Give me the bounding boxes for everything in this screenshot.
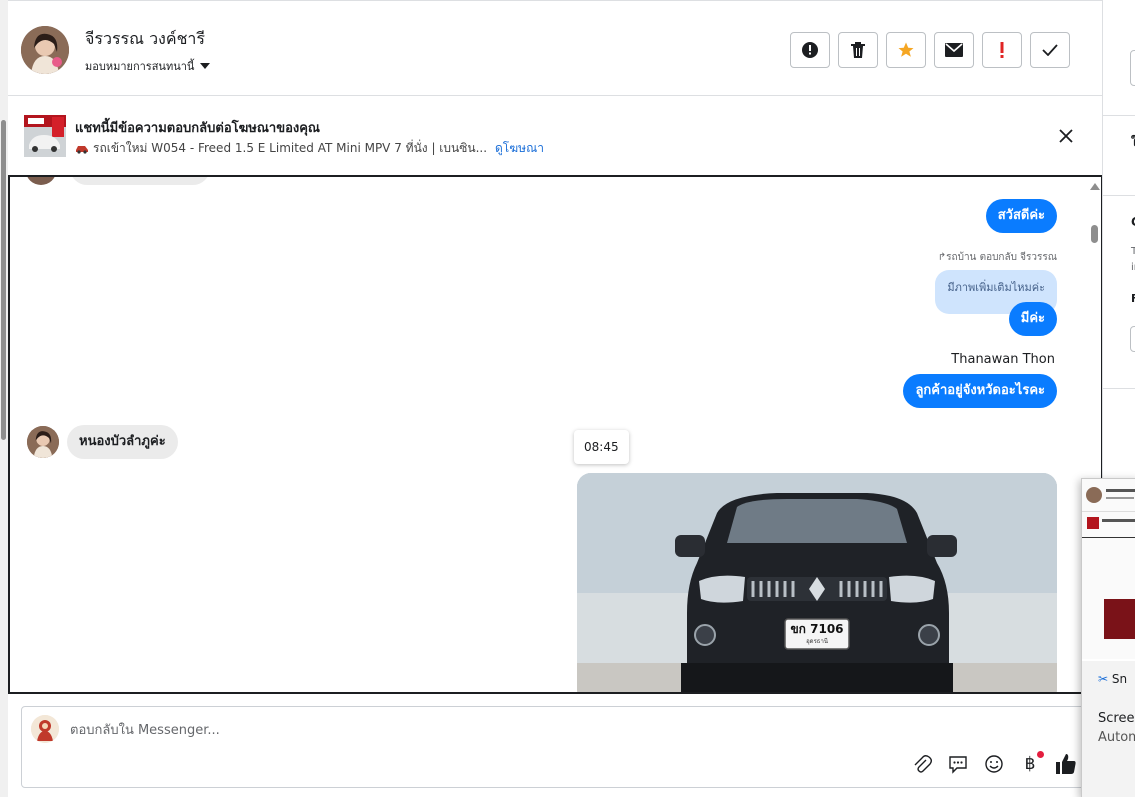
ad-thumbnail[interactable] <box>24 115 66 157</box>
attach-button[interactable] <box>911 753 933 775</box>
thumbs-up-icon <box>1056 754 1076 774</box>
close-banner-button[interactable] <box>1057 127 1075 145</box>
delete-button[interactable] <box>838 32 878 68</box>
panel-heading-fragment: C <box>1131 215 1135 229</box>
ad-reply-banner: แชทนี้มีข้อความตอบกลับต่อโฆษณาของคุณ รถเ… <box>8 96 1102 174</box>
message-bubble-outgoing[interactable]: มีค่ะ <box>1008 302 1057 336</box>
scroll-up-icon[interactable] <box>1090 183 1100 190</box>
panel-text-fragment: ir <box>1131 262 1135 273</box>
conversation-header: จีรวรรณ วงค์ชารี มอบหมายการสนทนานี้ <box>8 0 1102 96</box>
message-thread[interactable]: สวัสดีค่ะ ↱รถบ้าน ตอบกลับ จีรวรรณ มีภาพเ… <box>8 175 1103 694</box>
like-button[interactable] <box>1055 753 1077 775</box>
panel-label-fragment: F <box>1131 292 1135 305</box>
star-button[interactable] <box>886 32 926 68</box>
divider <box>1103 115 1135 116</box>
messenger-inbox-window: จีรวรรณ วงค์ชารี มอบหมายการสนทนานี้ แชทน… <box>0 0 1135 797</box>
snip-subtitle: Autom <box>1098 730 1135 745</box>
screenshot-notification-popup[interactable]: ✂ Sn Screen Autom <box>1081 478 1135 797</box>
emoji-button[interactable] <box>983 753 1005 775</box>
panel-input-fragment[interactable] <box>1130 50 1135 86</box>
panel-text-fragment: T <box>1131 246 1135 257</box>
exclamation-icon <box>1000 42 1004 58</box>
preview-image <box>1104 599 1135 639</box>
emoji-icon <box>985 755 1003 773</box>
message-bubble-incoming-cut <box>70 177 210 185</box>
saved-replies-button[interactable] <box>947 753 969 775</box>
alert-circle-icon <box>802 42 818 58</box>
saved-reply-icon <box>949 756 967 774</box>
divider <box>1103 195 1135 196</box>
timestamp-tooltip: 08:45 <box>574 430 629 464</box>
assign-label: มอบหมายการสนทนานี้ <box>85 60 195 73</box>
check-icon <box>1042 44 1058 56</box>
message-photo-attachment[interactable]: ขก 7106 อุดรธานี <box>577 473 1057 692</box>
message-bubble-incoming[interactable]: หนองบัวลำภูค่ะ <box>67 425 178 459</box>
screenshot-preview[interactable] <box>1082 479 1135 659</box>
notification-dot <box>1037 751 1044 758</box>
contact-avatar[interactable] <box>21 26 69 74</box>
follow-up-button[interactable] <box>982 32 1022 68</box>
close-icon <box>1059 129 1073 143</box>
reply-input[interactable] <box>70 719 770 741</box>
page-avatar <box>31 715 59 743</box>
reply-context-note: ↱รถบ้าน ตอบกลับ จีรวรรณ <box>937 252 1057 263</box>
ad-banner-title: แชทนี้มีข้อความตอบกลับต่อโฆษณาของคุณ <box>75 121 320 136</box>
ad-subtitle-text: รถเข้าใหม่ W054 - Freed 1.5 E Limited AT… <box>93 141 488 155</box>
reply-arrow-icon: ↱ <box>937 252 947 263</box>
view-ad-link[interactable]: ดูโฆษณา <box>495 139 544 158</box>
header-actions <box>790 32 1070 68</box>
mark-done-button[interactable] <box>1030 32 1070 68</box>
contact-avatar-small <box>26 177 56 185</box>
panel-input-fragment[interactable] <box>1130 326 1135 352</box>
payment-button[interactable]: ฿ <box>1019 751 1044 775</box>
mail-icon <box>945 43 963 57</box>
snip-app-name: ✂ Sn <box>1098 672 1128 686</box>
ad-banner-subtitle: รถเข้าใหม่ W054 - Freed 1.5 E Limited AT… <box>75 139 544 158</box>
composer-tools: ฿ <box>911 751 1077 775</box>
message-bubble-outgoing[interactable]: สวัสดีค่ะ <box>985 199 1057 233</box>
contact-name: จีรวรรณ วงค์ชารี <box>85 29 206 48</box>
report-button[interactable] <box>790 32 830 68</box>
baht-icon: ฿ <box>1024 754 1036 774</box>
license-plate-province: อุดรธานี <box>806 638 828 645</box>
star-icon <box>898 42 914 57</box>
caret-down-icon <box>200 63 211 69</box>
divider <box>1103 388 1135 389</box>
contact-avatar-small[interactable] <box>27 426 59 458</box>
snip-title: Screen <box>1098 711 1135 726</box>
thread-scrollbar-thumb[interactable] <box>1091 225 1098 243</box>
snipping-tool-icon: ✂ <box>1098 672 1109 686</box>
message-composer: ฿ <box>21 706 1092 788</box>
panel-heading-fragment: ใ <box>1131 133 1135 152</box>
car-icon <box>76 145 88 154</box>
sender-name: Thanawan Thon <box>951 352 1055 367</box>
assign-conversation-dropdown[interactable]: มอบหมายการสนทนานี้ <box>85 57 211 75</box>
left-scrollbar-thumb[interactable] <box>1 120 6 440</box>
message-bubble-outgoing[interactable]: ลูกค้าอยู่จังหวัดอะไรคะ <box>903 374 1057 408</box>
left-scrollbar[interactable] <box>0 0 8 797</box>
mark-unread-button[interactable] <box>934 32 974 68</box>
paperclip-icon <box>914 755 932 773</box>
trash-icon <box>851 42 865 58</box>
